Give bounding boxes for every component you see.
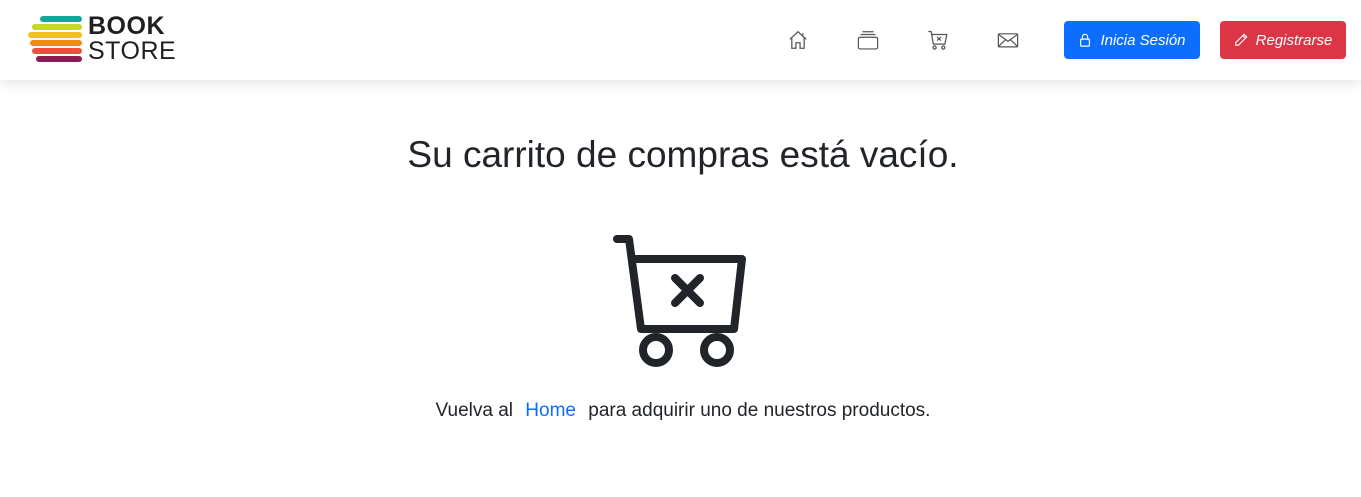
- register-button-label: Registrarse: [1255, 31, 1333, 49]
- page-title: Su carrito de compras está vacío.: [407, 134, 959, 175]
- navbar: BOOK STORE Inicia Sesión Registrarse: [0, 0, 1361, 80]
- collection-icon: [857, 31, 879, 50]
- empty-cart-message: Vuelva al Home para adquirir uno de nues…: [0, 400, 1361, 422]
- logo-text: BOOK STORE: [88, 14, 176, 64]
- pencil-icon: [1234, 33, 1248, 46]
- logo-line-store: STORE: [88, 37, 177, 65]
- cart-x-icon: [928, 30, 948, 50]
- lock-icon: [1080, 33, 1091, 47]
- nav-collection-link[interactable]: [856, 28, 880, 52]
- envelope-icon: [997, 33, 1019, 48]
- house-icon: [789, 30, 807, 49]
- bookstore-logo[interactable]: BOOK STORE: [28, 14, 178, 66]
- empty-cart-illustration: [612, 234, 748, 370]
- logo-books-icon: [28, 16, 82, 62]
- cart-x-icon: [613, 235, 746, 367]
- nav-home-link[interactable]: [786, 28, 810, 52]
- login-button-label: Inicia Sesión: [1100, 31, 1186, 49]
- nav-cart-link[interactable]: [926, 28, 950, 52]
- message-after: para adquirir uno de nuestros productos.: [588, 400, 931, 421]
- home-link[interactable]: Home: [525, 400, 576, 421]
- nav-contact-link[interactable]: [996, 28, 1020, 52]
- message-before: Vuelva al: [435, 400, 513, 421]
- login-button[interactable]: Inicia Sesión: [1064, 21, 1200, 59]
- register-button[interactable]: Registrarse: [1220, 21, 1346, 59]
- logo-line-book: BOOK: [88, 12, 165, 40]
